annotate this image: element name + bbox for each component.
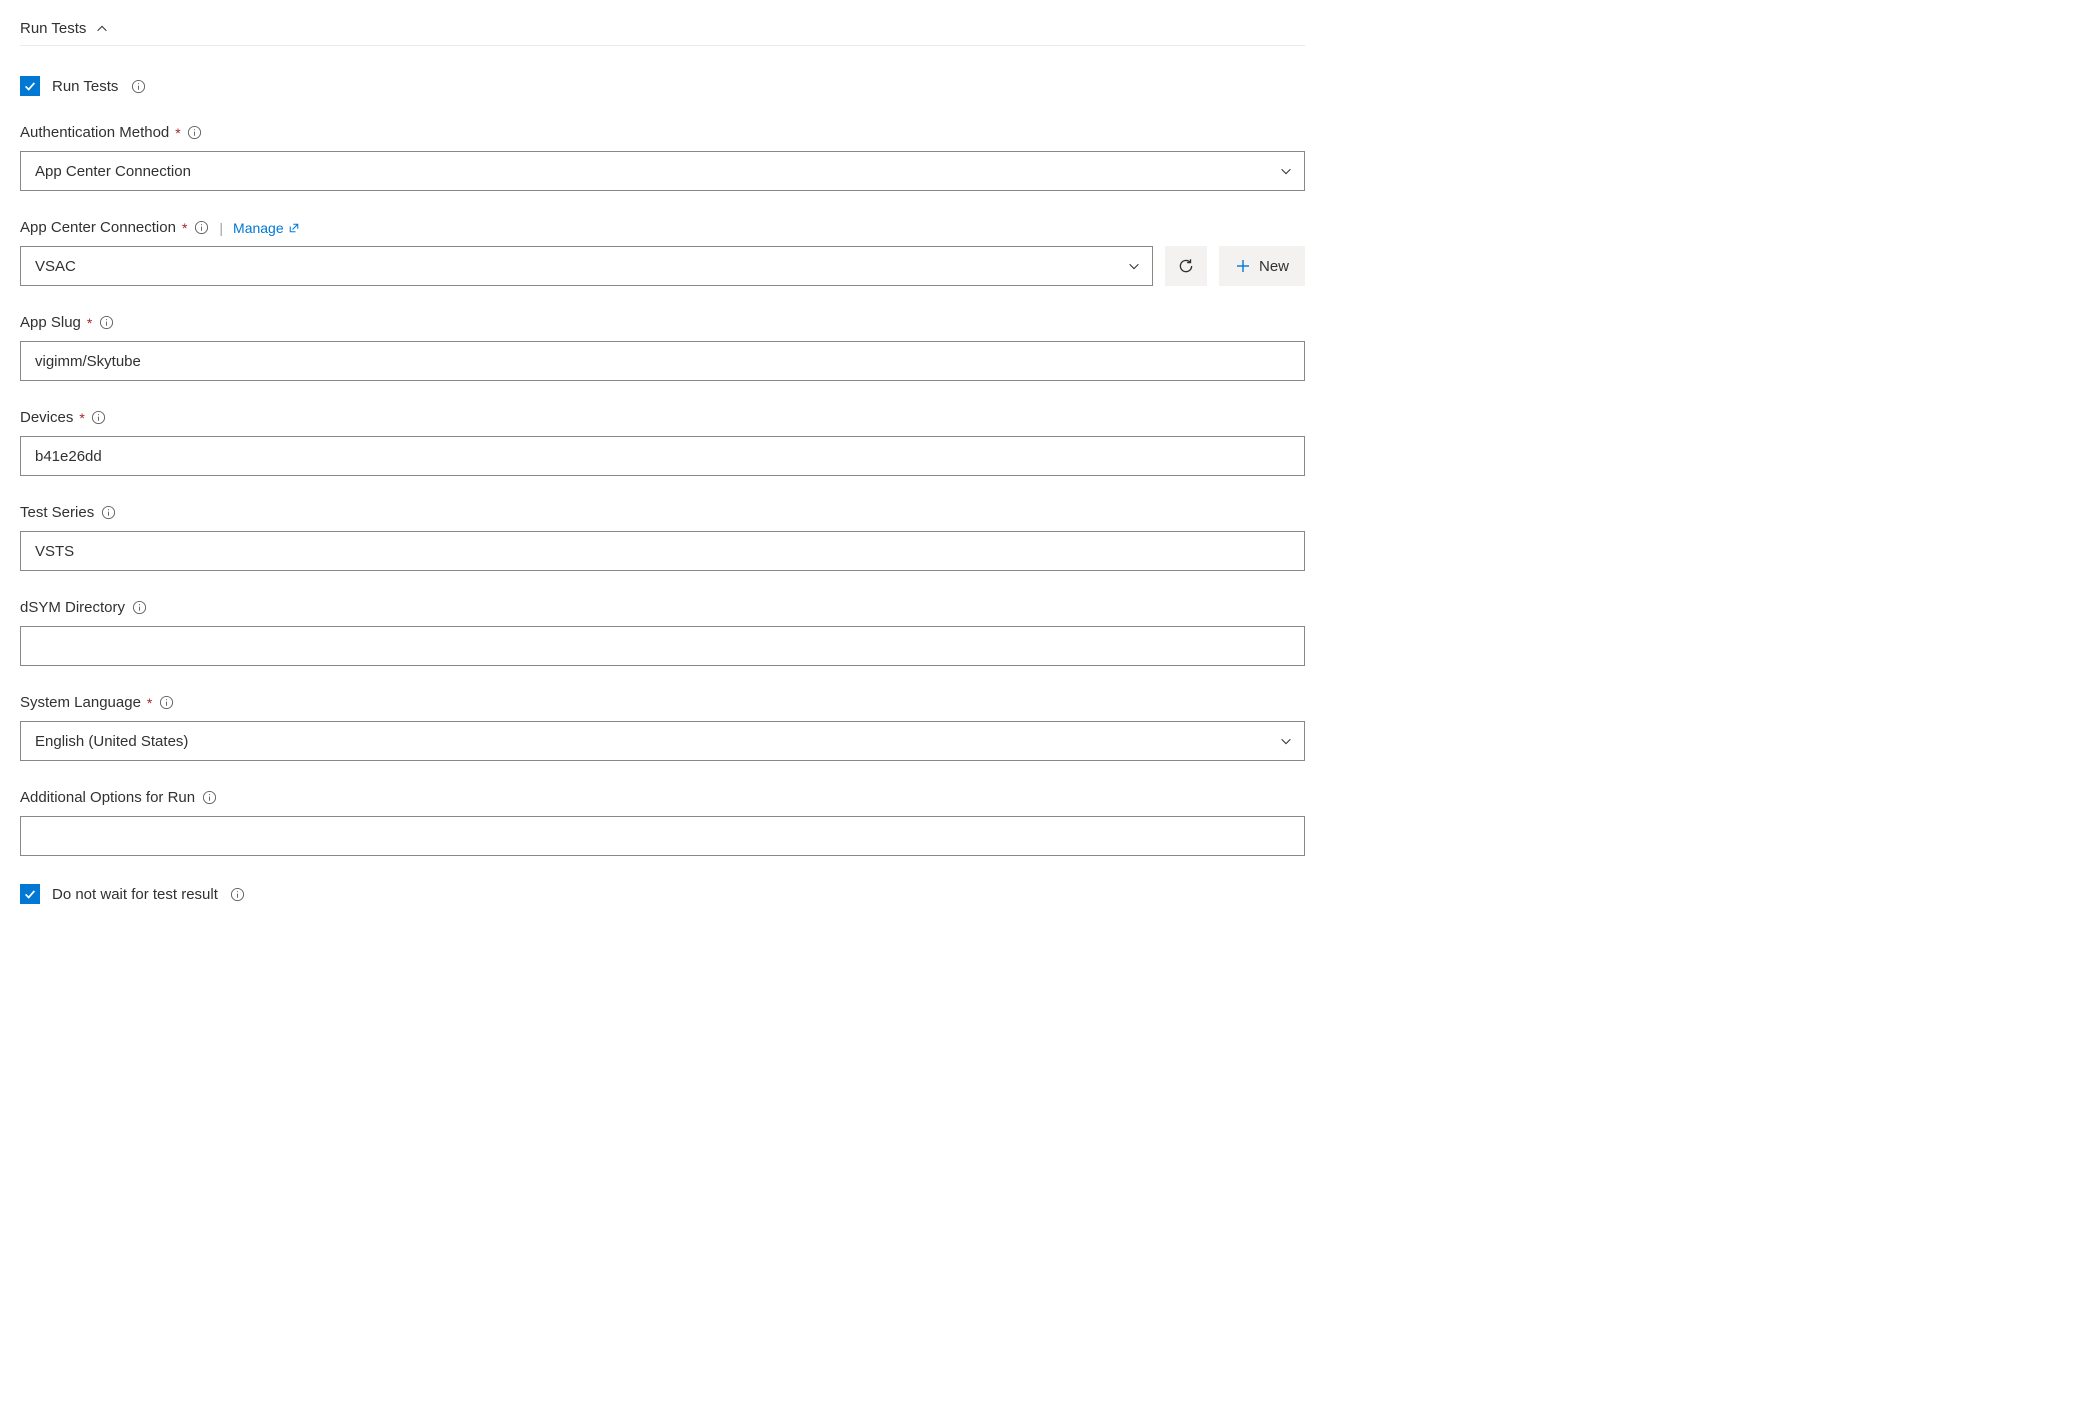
app-center-connection-group: App Center Connection * | Manage	[20, 219, 1305, 286]
app-slug-group: App Slug *	[20, 314, 1305, 381]
dsym-directory-input[interactable]	[20, 626, 1305, 666]
info-icon[interactable]	[193, 220, 209, 236]
manage-link[interactable]: Manage	[233, 220, 300, 236]
run-tests-label: Run Tests	[52, 78, 118, 95]
required-indicator: *	[147, 695, 152, 711]
auth-method-group: Authentication Method *	[20, 124, 1305, 191]
required-indicator: *	[87, 315, 92, 331]
required-indicator: *	[79, 410, 84, 426]
devices-label: Devices	[20, 409, 73, 426]
run-tests-row: Run Tests	[20, 76, 1305, 96]
do-not-wait-label: Do not wait for test result	[52, 886, 218, 903]
refresh-button[interactable]	[1165, 246, 1207, 286]
run-tests-checkbox[interactable]	[20, 76, 40, 96]
info-icon[interactable]	[100, 505, 116, 521]
divider: |	[219, 220, 223, 236]
test-series-input[interactable]	[20, 531, 1305, 571]
do-not-wait-checkbox[interactable]	[20, 884, 40, 904]
auth-method-label: Authentication Method	[20, 124, 169, 141]
devices-group: Devices *	[20, 409, 1305, 476]
system-language-label: System Language	[20, 694, 141, 711]
section-title: Run Tests	[20, 20, 86, 37]
devices-input[interactable]	[20, 436, 1305, 476]
section-header[interactable]: Run Tests	[20, 20, 1305, 46]
info-icon[interactable]	[91, 410, 107, 426]
do-not-wait-row: Do not wait for test result	[20, 884, 1305, 904]
info-icon[interactable]	[230, 886, 246, 902]
info-icon[interactable]	[187, 125, 203, 141]
additional-options-label: Additional Options for Run	[20, 789, 195, 806]
required-indicator: *	[182, 220, 187, 236]
new-button[interactable]: New	[1219, 246, 1305, 286]
external-link-icon	[288, 222, 300, 234]
app-center-connection-label: App Center Connection	[20, 219, 176, 236]
system-language-group: System Language *	[20, 694, 1305, 761]
test-series-label: Test Series	[20, 504, 94, 521]
plus-icon	[1235, 258, 1251, 274]
chevron-up-icon	[94, 21, 110, 37]
dsym-directory-label: dSYM Directory	[20, 599, 125, 616]
app-center-connection-select[interactable]	[20, 246, 1153, 286]
test-series-group: Test Series	[20, 504, 1305, 571]
info-icon[interactable]	[131, 600, 147, 616]
additional-options-input[interactable]	[20, 816, 1305, 856]
new-button-label: New	[1259, 258, 1289, 275]
refresh-icon	[1177, 257, 1195, 275]
additional-options-group: Additional Options for Run	[20, 789, 1305, 856]
system-language-select[interactable]	[20, 721, 1305, 761]
dsym-directory-group: dSYM Directory	[20, 599, 1305, 666]
info-icon[interactable]	[130, 78, 146, 94]
required-indicator: *	[175, 125, 180, 141]
app-slug-label: App Slug	[20, 314, 81, 331]
info-icon[interactable]	[201, 790, 217, 806]
auth-method-select[interactable]	[20, 151, 1305, 191]
info-icon[interactable]	[98, 315, 114, 331]
manage-link-text: Manage	[233, 220, 284, 236]
info-icon[interactable]	[158, 695, 174, 711]
app-slug-input[interactable]	[20, 341, 1305, 381]
